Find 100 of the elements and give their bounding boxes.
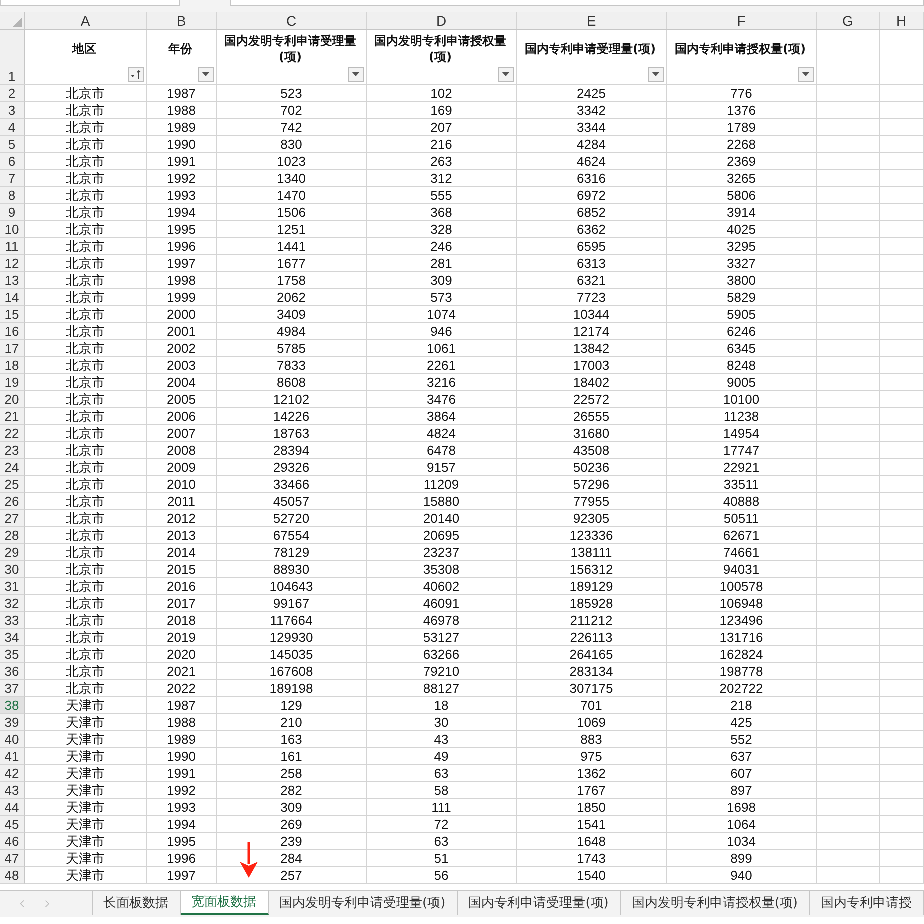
row-number[interactable]: 36 [0,663,25,680]
row-number[interactable]: 4 [0,119,25,136]
row-number[interactable]: 31 [0,578,25,595]
row-number[interactable]: 7 [0,170,25,187]
row-number[interactable]: 33 [0,612,25,629]
table-cell: 1069 [577,714,606,730]
table-cell: 14954 [723,426,760,440]
table-cell: 198778 [720,664,764,678]
filter-button[interactable] [798,67,814,82]
table-cell: 77955 [573,494,610,508]
table-cell: 207 [430,120,452,134]
row-number[interactable]: 20 [0,391,25,408]
row-number[interactable]: 14 [0,289,25,306]
column-header[interactable]: H [880,12,924,29]
filter-button[interactable] [348,67,364,82]
row-number[interactable]: 47 [0,850,25,867]
row-number[interactable]: 24 [0,459,25,476]
row-number[interactable]: 41 [0,748,25,765]
table-cell: 天津市 [66,834,105,848]
table-cell: 北京市 [66,204,105,220]
row-number[interactable]: 26 [0,493,25,510]
table-cell: 1074 [427,306,456,322]
table-cell: 1743 [577,850,606,866]
row-number[interactable]: 10 [0,221,25,238]
sheet-tab[interactable]: 宽面板数据 [180,891,269,915]
row-number[interactable]: 43 [0,782,25,799]
table-cell: 99167 [273,596,310,610]
empty-cell [880,782,924,799]
empty-cell [880,442,924,459]
header-cell: 国内专利申请受理量(项) [525,41,656,57]
row-number[interactable]: 40 [0,731,25,748]
empty-cell [880,833,924,850]
column-header[interactable]: G [817,12,880,29]
row-number[interactable]: 8 [0,187,25,204]
row-number[interactable]: 28 [0,527,25,544]
sheet-tab[interactable]: 国内专利申请受理量(项) [458,891,621,915]
row-number[interactable]: 37 [0,680,25,697]
table-cell: 北京市 [66,612,105,628]
table-cell: 北京市 [66,188,105,202]
row-number[interactable]: 6 [0,153,25,170]
row-number[interactable]: 3 [0,102,25,119]
row-number[interactable]: 44 [0,799,25,816]
sheet-tab[interactable]: 国内发明专利申请受理量(项) [268,891,458,915]
table-cell: 1995 [167,222,196,236]
table-cell: 552 [730,732,752,746]
table-cell: 1987 [167,86,196,100]
row-number[interactable]: 11 [0,238,25,255]
row-number[interactable]: 25 [0,476,25,493]
row-number[interactable]: 18 [0,357,25,374]
row-number[interactable]: 13 [0,272,25,289]
row-number[interactable]: 19 [0,374,25,391]
column-header[interactable]: D [367,12,517,29]
row-number[interactable]: 16 [0,323,25,340]
row-number[interactable]: 30 [0,561,25,578]
table-cell: 北京市 [66,460,105,474]
filter-button[interactable] [498,67,514,82]
filter-button[interactable] [128,67,144,82]
row-number[interactable]: 17 [0,340,25,357]
sheet-tab[interactable]: 国内发明专利申请授权量(项) [620,891,810,915]
row-number[interactable]: 38 [0,697,25,714]
row-number[interactable]: 48 [0,867,25,884]
table-cell: 5806 [727,188,756,202]
column-header[interactable]: B [147,12,217,29]
row-number[interactable]: 2 [0,85,25,102]
sort-filter-icon [130,70,142,80]
row-number[interactable]: 45 [0,816,25,833]
row-number[interactable]: 9 [0,204,25,221]
filter-button[interactable] [198,67,214,82]
row-number[interactable]: 22 [0,425,25,442]
row-number[interactable]: 29 [0,544,25,561]
table-cell: 1441 [277,238,306,254]
filter-button[interactable] [648,67,664,82]
row-number[interactable]: 5 [0,136,25,153]
row-number[interactable]: 39 [0,714,25,731]
table-cell: 2004 [167,374,196,390]
column-header[interactable]: F [667,12,817,29]
row-number[interactable]: 27 [0,510,25,527]
row-number[interactable]: 23 [0,442,25,459]
table-cell: 北京市 [66,578,105,594]
empty-cell [880,799,924,816]
column-header[interactable]: C [217,12,367,29]
row-number[interactable]: 35 [0,646,25,663]
column-header[interactable]: E [517,12,667,29]
column-header[interactable]: A [25,12,147,29]
row-number[interactable]: 1 [0,30,25,84]
row-number[interactable]: 15 [0,306,25,323]
table-cell: 63 [434,766,449,780]
row-number[interactable]: 46 [0,833,25,850]
table-cell: 2007 [167,426,196,440]
sheet-tab[interactable]: 国内专利申请授 [810,891,924,915]
row-number[interactable]: 34 [0,629,25,646]
table-cell: 131716 [720,630,764,644]
table-cell: 2425 [577,86,606,100]
row-number[interactable]: 42 [0,765,25,782]
table-cell: 20695 [423,528,460,542]
row-number[interactable]: 21 [0,408,25,425]
row-number[interactable]: 32 [0,595,25,612]
table-cell: 897 [730,782,752,798]
table-cell: 2002 [167,340,196,356]
row-number[interactable]: 12 [0,255,25,272]
